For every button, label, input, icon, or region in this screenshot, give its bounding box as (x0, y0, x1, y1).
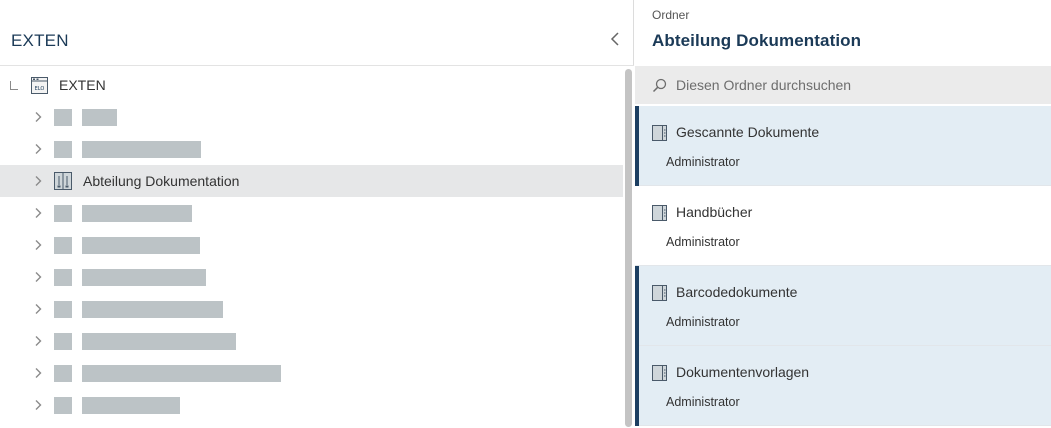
redacted-label (82, 205, 192, 222)
redacted-icon (54, 269, 72, 286)
tree-connector (10, 81, 18, 90)
selection-accent (635, 346, 639, 426)
folder-list-item[interactable]: Handbücher Administrator (635, 186, 1051, 266)
folder-icon (652, 125, 667, 141)
scrollbar-thumb[interactable] (625, 69, 632, 427)
redacted-label (82, 237, 200, 254)
item-title: Handbücher (676, 204, 753, 220)
navigation-header: EXTEN (0, 0, 634, 66)
chevron-right-icon[interactable] (32, 143, 44, 155)
chevron-right-icon[interactable] (32, 335, 44, 347)
tree-item[interactable] (0, 261, 623, 293)
folder-tree: ELO EXTEN Abteilung Dokumentation (0, 69, 623, 421)
item-owner: Administrator (666, 155, 740, 169)
chevron-right-icon[interactable] (32, 239, 44, 251)
tree-item[interactable] (0, 293, 623, 325)
folder-list-item[interactable]: Gescannte Dokumente Administrator (635, 106, 1051, 186)
repository-title: EXTEN (11, 31, 69, 50)
redacted-icon (54, 333, 72, 350)
folder-view-panel: Ordner Abteilung Dokumentation Gescannte… (635, 0, 1051, 428)
folder-icon (652, 205, 667, 221)
redacted-label (82, 109, 117, 126)
collapse-panel-button[interactable] (604, 28, 626, 50)
repository-icon: ELO (31, 77, 48, 94)
chevron-right-icon[interactable] (32, 303, 44, 315)
item-owner: Administrator (666, 235, 740, 249)
redacted-label (82, 333, 236, 350)
breadcrumb: Ordner (652, 8, 690, 22)
redacted-icon (54, 301, 72, 318)
item-title: Gescannte Dokumente (676, 124, 820, 140)
selection-accent (635, 106, 639, 186)
redacted-icon (54, 109, 72, 126)
tree-item[interactable] (0, 357, 623, 389)
redacted-label (82, 269, 206, 286)
folder-list-item[interactable]: Dokumentenvorlagen Administrator (635, 346, 1051, 426)
chevron-right-icon[interactable] (32, 367, 44, 379)
item-title: Barcodedokumente (676, 284, 798, 300)
redacted-icon (54, 141, 72, 158)
tree-item[interactable] (0, 101, 623, 133)
tree-item[interactable] (0, 229, 623, 261)
redacted-icon (54, 365, 72, 382)
redacted-label (82, 141, 201, 158)
folder-list-item[interactable]: Barcodedokumente Administrator (635, 266, 1051, 346)
redacted-label (82, 301, 223, 318)
item-owner: Administrator (666, 395, 740, 409)
tree-item[interactable] (0, 389, 623, 421)
folder-icon (652, 285, 667, 301)
tree-item-label: Abteilung Dokumentation (83, 173, 240, 189)
folder-icon (652, 365, 667, 381)
chevron-right-icon[interactable] (32, 399, 44, 411)
redacted-icon (54, 397, 72, 414)
svg-text:ELO: ELO (35, 86, 45, 92)
chevron-right-icon[interactable] (32, 271, 44, 283)
navigation-panel: EXTEN ELO EXTEN Abteilung Dokumentation (0, 0, 634, 428)
selection-accent (635, 266, 639, 346)
redacted-icon (54, 205, 72, 222)
tree-root[interactable]: ELO EXTEN (0, 69, 623, 101)
search-icon (652, 78, 667, 93)
chevron-right-icon[interactable] (32, 175, 44, 187)
tree-item[interactable] (0, 197, 623, 229)
redacted-label (82, 365, 281, 382)
folder-icon (54, 172, 72, 190)
chevron-right-icon[interactable] (32, 207, 44, 219)
redacted-icon (54, 237, 72, 254)
tree-item[interactable] (0, 133, 623, 165)
chevron-right-icon[interactable] (32, 111, 44, 123)
chevron-left-icon (610, 32, 619, 46)
redacted-label (82, 397, 180, 414)
tree-rows: Abteilung Dokumentation (0, 101, 623, 421)
item-title: Dokumentenvorlagen (676, 364, 810, 380)
search-input[interactable] (676, 66, 1036, 104)
folder-search[interactable] (635, 66, 1051, 104)
tree-item-folder[interactable]: Abteilung Dokumentation (0, 165, 623, 197)
tree-item[interactable] (0, 325, 623, 357)
page-title: Abteilung Dokumentation (652, 31, 862, 50)
tree-root-label: EXTEN (59, 77, 106, 93)
item-owner: Administrator (666, 315, 740, 329)
